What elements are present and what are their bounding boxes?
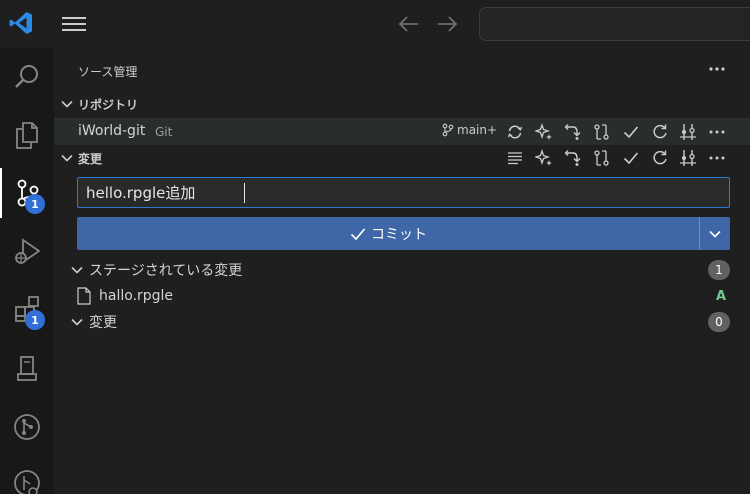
command-center-search[interactable] (479, 7, 750, 41)
back-arrow-icon[interactable] (396, 12, 422, 36)
graph-button[interactable] (676, 120, 700, 144)
text-caret (244, 183, 245, 203)
git-graph-small-icon (680, 124, 696, 140)
changes-group[interactable]: 変更 0 (54, 309, 750, 335)
changes-group-label: 変更 (89, 315, 117, 331)
changes-compare-button[interactable] (590, 146, 614, 170)
git-pull-icon (564, 124, 581, 140)
forward-arrow-icon[interactable] (434, 12, 460, 36)
list-icon (508, 152, 522, 165)
activity-bar: 1 1 (0, 48, 54, 494)
changes-more-actions-button[interactable] (705, 146, 729, 170)
check-icon (623, 126, 639, 139)
activity-search[interactable] (0, 52, 54, 102)
activity-run-debug[interactable] (0, 226, 54, 276)
changes-pull-button[interactable] (561, 146, 585, 170)
branch-icon (442, 123, 454, 137)
chevron-down-icon (61, 154, 73, 162)
ellipsis-icon (709, 67, 725, 71)
pull-button[interactable] (561, 120, 585, 144)
vscode-logo-icon[interactable] (8, 10, 34, 36)
run-debug-icon (15, 238, 41, 264)
changes-commit-check-button[interactable] (619, 146, 643, 170)
git-pull-icon (564, 150, 581, 166)
staged-file-row[interactable]: hallo.rpgle A (54, 283, 750, 309)
check-icon (350, 227, 366, 240)
refresh-icon (653, 124, 667, 139)
panel-title: ソース管理 (78, 65, 138, 79)
git-history-icon (14, 470, 40, 494)
files-icon (16, 122, 38, 149)
repository-row[interactable]: iWorld-git Git main+ (54, 118, 750, 145)
commit-options-dropdown[interactable] (699, 217, 730, 250)
staged-file-name: hallo.rpgle (99, 288, 174, 304)
git-graph-icon (14, 414, 40, 440)
chevron-down-icon (71, 266, 83, 274)
commit-button[interactable]: コミット (77, 217, 699, 250)
fetch-button[interactable] (590, 120, 614, 144)
chevron-down-icon (61, 100, 73, 108)
git-graph-small-icon (680, 150, 696, 166)
activity-git-history[interactable] (0, 458, 54, 494)
file-status-added: A (715, 288, 726, 304)
ibm-i-icon (17, 356, 37, 381)
git-compare-icon (594, 124, 609, 140)
sparkle-icon (535, 149, 552, 166)
activity-git-graph[interactable] (0, 402, 54, 452)
refresh-icon (653, 150, 667, 165)
sparkle-icon (535, 123, 552, 140)
view-as-list-button[interactable] (503, 146, 527, 170)
generate-commit-message-button[interactable] (532, 120, 556, 144)
sync-button[interactable] (503, 120, 527, 144)
repositories-section-header[interactable]: リポジトリ (54, 92, 750, 116)
changes-section-label: 変更 (78, 151, 103, 166)
activity-explorer[interactable] (0, 110, 54, 160)
panel-more-actions-button[interactable] (704, 56, 730, 82)
menu-icon[interactable] (60, 14, 88, 34)
commit-check-button[interactable] (619, 120, 643, 144)
branch-status[interactable]: main+ (442, 123, 497, 137)
repo-more-actions-button[interactable] (705, 120, 729, 144)
repository-name: iWorld-git (78, 123, 146, 139)
branch-name: main+ (457, 123, 498, 137)
changes-sparkle-button[interactable] (532, 146, 556, 170)
changes-graph-button[interactable] (676, 146, 700, 170)
sync-icon (507, 125, 523, 139)
chevron-down-icon (71, 318, 83, 326)
commit-message-input[interactable] (77, 177, 730, 208)
refresh-button[interactable] (648, 120, 672, 144)
repository-type: Git (155, 125, 173, 139)
check-icon (623, 152, 639, 165)
search-icon (15, 65, 38, 88)
staged-changes-group[interactable]: ステージされている変更 1 (54, 257, 750, 283)
ellipsis-icon (709, 156, 725, 160)
commit-button-label: コミット (371, 226, 427, 243)
title-bar (0, 0, 750, 48)
changes-refresh-button[interactable] (648, 146, 672, 170)
changes-count-badge: 0 (708, 312, 730, 332)
source-control-panel: ソース管理 リポジトリ iWorld-git Git main+ 変更 hell… (54, 48, 750, 494)
extensions-badge: 1 (25, 310, 45, 330)
staged-changes-label: ステージされている変更 (89, 263, 243, 279)
git-compare-icon (594, 150, 609, 166)
chevron-down-icon (709, 230, 721, 238)
changes-section-header[interactable]: 変更 (54, 146, 750, 170)
ellipsis-icon (709, 130, 725, 134)
repositories-label: リポジトリ (78, 97, 139, 112)
staged-count-badge: 1 (708, 260, 730, 280)
file-icon (77, 287, 91, 305)
source-control-badge: 1 (25, 194, 45, 214)
activity-remote-explorer[interactable] (0, 344, 54, 394)
